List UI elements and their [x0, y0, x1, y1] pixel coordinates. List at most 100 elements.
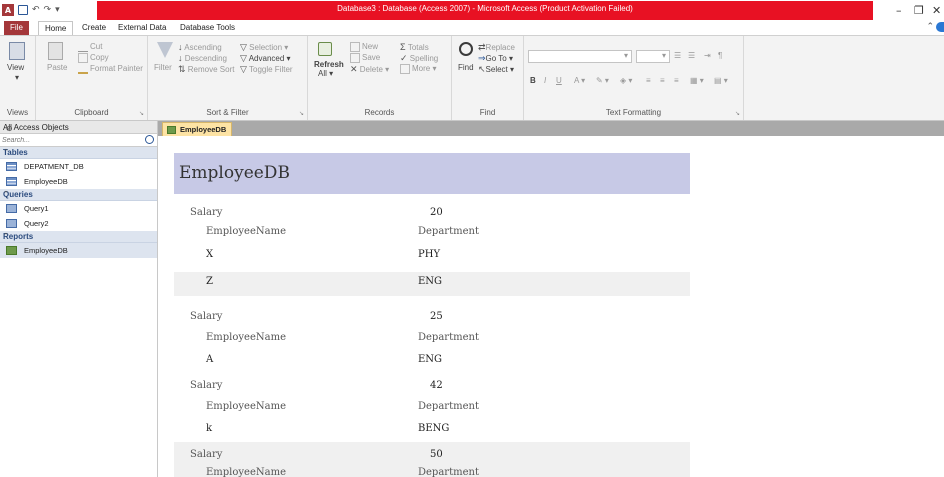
collapse-reports-icon[interactable]: ⌃ [3, 232, 149, 240]
filter-icon[interactable] [157, 42, 173, 58]
tab-home[interactable]: Home [38, 21, 74, 35]
remove-sort-icon: ⇅ [178, 64, 186, 74]
restore-icon[interactable]: ❐ [914, 4, 924, 17]
remove-sort-button[interactable]: ⇅ Remove Sort [178, 64, 234, 75]
descending-label: Descending [184, 54, 227, 63]
access-logo-icon[interactable]: A [2, 4, 14, 16]
undo-icon[interactable]: ↶ [32, 5, 40, 15]
nav-item-depatment-db[interactable]: DEPATMENT_DB [0, 159, 157, 174]
refresh-icon[interactable] [318, 42, 332, 56]
totals-button[interactable]: Σ Totals [400, 42, 429, 52]
refresh-button[interactable]: Refresh [314, 60, 344, 69]
sigma-icon: Σ [400, 42, 406, 52]
text-formatting-launcher-icon[interactable]: ↘ [735, 110, 740, 117]
gridlines-icon[interactable]: ▦ ▾ [690, 76, 704, 85]
bullets-icon[interactable]: ☰ [674, 51, 681, 60]
close-icon[interactable]: ✕ [932, 4, 941, 17]
view-dropdown-icon[interactable]: ▾ [15, 73, 19, 82]
fill-color-icon[interactable]: ◈ ▾ [620, 76, 632, 85]
save-record-button[interactable]: Save [350, 53, 380, 63]
selection-button[interactable]: ▽ Selection ▾ [240, 42, 288, 53]
department-label: Department [418, 226, 479, 237]
tab-external-data[interactable]: External Data [112, 21, 172, 35]
filter-button[interactable]: Filter [154, 63, 172, 72]
search-icon[interactable] [145, 135, 154, 144]
nav-item-query1[interactable]: Query1 [0, 201, 157, 216]
align-center-icon[interactable]: ≡ [660, 76, 665, 85]
delete-record-button[interactable]: ✕ Delete ▾ [350, 64, 389, 75]
salary-value: 25 [430, 311, 443, 322]
align-left-icon[interactable]: ≡ [646, 76, 651, 85]
tab-file[interactable]: File [4, 21, 29, 35]
nav-item-label: EmployeeDB [24, 177, 68, 186]
views-group: View ▾ Views [0, 36, 36, 120]
query-icon [6, 204, 17, 213]
minimize-ribbon-icon[interactable]: ⌃ [926, 22, 934, 32]
nav-section-reports[interactable]: Reports ⌃ [0, 231, 157, 243]
shutter-bar-icon[interactable]: « [6, 124, 10, 133]
nav-section-tables[interactable]: Tables ⌃ [0, 147, 157, 159]
view-button[interactable]: View [7, 63, 24, 72]
sort-filter-launcher-icon[interactable]: ↘ [299, 110, 304, 117]
tab-create[interactable]: Create [76, 21, 112, 35]
find-button[interactable]: Find [458, 63, 474, 72]
nav-item-employeedb-report[interactable]: EmployeeDB [0, 243, 157, 258]
report-view: EmployeeDB Salary 20 EmployeeName Depart… [158, 136, 944, 477]
customize-qa-icon[interactable]: ▾ [55, 5, 60, 15]
indent-icon[interactable]: ⇥ [704, 51, 711, 60]
spelling-button[interactable]: ✓ Spelling [400, 53, 438, 64]
salary-label: Salary [190, 311, 223, 322]
font-name-dropdown[interactable] [528, 50, 632, 63]
document-tab-employeedb[interactable]: EmployeeDB [162, 122, 232, 136]
bold-icon[interactable]: B [530, 76, 536, 85]
minimize-icon[interactable]: – [896, 4, 902, 17]
descending-button[interactable]: ↓ Descending [178, 53, 227, 63]
view-icon[interactable] [9, 42, 25, 60]
font-color-icon[interactable]: A ▾ [574, 76, 585, 85]
select-button[interactable]: ↖Select ▾ [478, 64, 514, 75]
redo-icon[interactable]: ↷ [44, 5, 52, 15]
highlight-icon[interactable]: ✎ ▾ [596, 76, 609, 85]
format-painter-button[interactable]: Format Painter [78, 64, 143, 74]
nav-item-employeedb-table[interactable]: EmployeeDB [0, 174, 157, 189]
paste-button[interactable]: Paste [47, 63, 67, 72]
copy-button[interactable]: Copy [78, 53, 109, 63]
binoculars-icon[interactable] [459, 42, 473, 56]
collapse-queries-icon[interactable]: ⌃ [3, 190, 149, 198]
sort-filter-group-label: Sort & Filter [206, 108, 249, 117]
clipboard-group: Paste Cut Copy Format Painter Clipboard … [36, 36, 148, 120]
italic-icon[interactable]: I [544, 76, 546, 85]
tab-database-tools[interactable]: Database Tools [174, 21, 241, 35]
sort-descending-icon: ↓ [178, 53, 183, 63]
clipboard-launcher-icon[interactable]: ↘ [139, 110, 144, 117]
refresh-all-button[interactable]: All ▾ [318, 69, 333, 78]
go-to-button[interactable]: ⇒Go To ▾ [478, 53, 513, 64]
collapse-tables-icon[interactable]: ⌃ [3, 148, 149, 156]
nav-section-queries[interactable]: Queries ⌃ [0, 189, 157, 201]
go-to-arrow-icon: ⇒ [478, 53, 486, 63]
cut-button[interactable]: Cut [78, 42, 102, 52]
nav-item-query2[interactable]: Query2 [0, 216, 157, 231]
save-icon[interactable] [18, 5, 28, 15]
more-button[interactable]: More ▾ [400, 64, 436, 74]
paste-icon[interactable] [48, 42, 63, 60]
ribbon: View ▾ Views Paste Cut Copy Format Paint… [0, 35, 944, 121]
ascending-button[interactable]: ↓ Ascending [178, 42, 222, 52]
nav-pane-header[interactable]: All Access Objects ⊙ « [0, 121, 157, 134]
rtl-icon[interactable]: ¶ [718, 51, 722, 60]
underline-icon[interactable]: U [556, 76, 562, 85]
delete-icon: ✕ [350, 64, 358, 74]
replace-button[interactable]: ⇄Replace [478, 42, 515, 53]
advanced-button[interactable]: ▽ Advanced ▾ [240, 53, 291, 64]
align-right-icon[interactable]: ≡ [674, 76, 679, 85]
help-icon[interactable] [936, 22, 944, 32]
font-name-chevron-icon[interactable]: ▾ [624, 51, 628, 60]
font-size-chevron-icon[interactable]: ▾ [662, 51, 666, 60]
new-record-button[interactable]: New [350, 42, 378, 52]
toggle-filter-button[interactable]: ▽ Toggle Filter [240, 64, 293, 75]
views-group-label: Views [6, 108, 29, 117]
alternate-row-color-icon[interactable]: ▤ ▾ [714, 76, 728, 85]
nav-search-input[interactable] [0, 134, 140, 146]
numbering-icon[interactable]: ☰ [688, 51, 695, 60]
salary-group: Salary 20 EmployeeName Department X PHY [174, 194, 690, 272]
